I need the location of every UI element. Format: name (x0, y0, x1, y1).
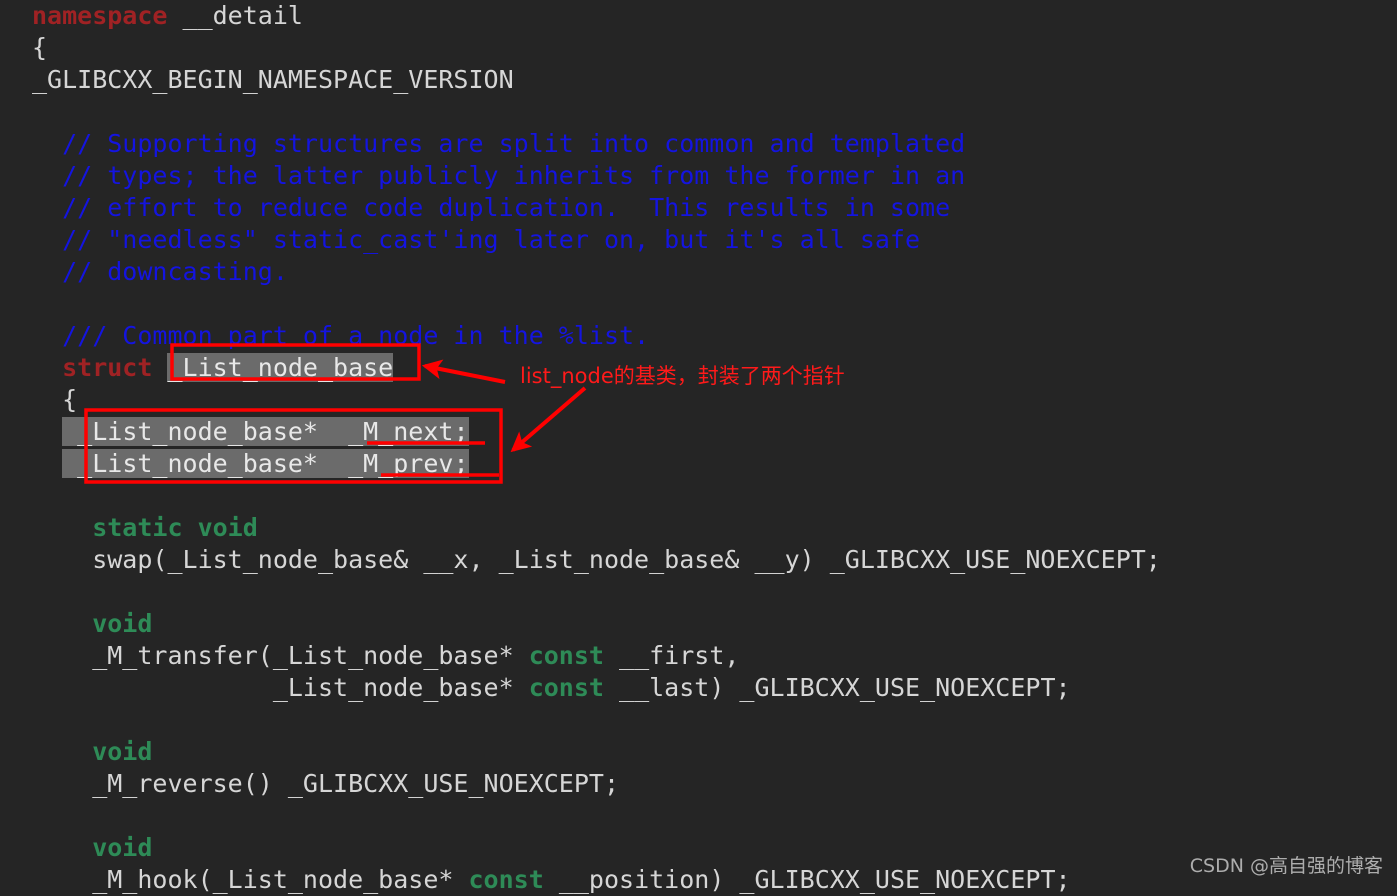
code-line: _M_hook(_List_node_base* const __positio… (0, 864, 1397, 896)
code-token: _List_node_base (167, 353, 394, 382)
code-token: static void (32, 513, 258, 542)
code-line: void (0, 736, 1397, 768)
code-token: void (32, 833, 153, 862)
code-line: _M_transfer(_List_node_base* const __fir… (0, 640, 1397, 672)
code-line: _List_node_base* _M_next; (0, 416, 1397, 448)
code-token: { (32, 33, 48, 62)
code-token: __last) _GLIBCXX_USE_NOEXCEPT; (603, 673, 1071, 702)
code-line: // downcasting. (0, 256, 1397, 288)
code-token: // types; the latter publicly inherits f… (32, 161, 966, 190)
code-line: static void (0, 512, 1397, 544)
code-token: // downcasting. (32, 257, 288, 286)
code-line: { (0, 32, 1397, 64)
code-token: // Supporting structures are split into … (32, 129, 966, 158)
source-code-area[interactable]: namespace __detail{_GLIBCXX_BEGIN_NAMESP… (0, 0, 1397, 894)
code-token: _List_node_base* (32, 673, 529, 702)
code-token: __detail (182, 1, 303, 30)
code-line: _List_node_base* _M_prev; (0, 448, 1397, 480)
code-token: /// Common part of a node in the %list. (32, 321, 650, 350)
code-line: _List_node_base* const __last) _GLIBCXX_… (0, 672, 1397, 704)
annotation-note-text: list_node的基类，封装了两个指针 (520, 364, 845, 388)
code-line: _M_reverse() _GLIBCXX_USE_NOEXCEPT; (0, 768, 1397, 800)
code-line: namespace __detail (0, 0, 1397, 32)
code-viewer: namespace __detail{_GLIBCXX_BEGIN_NAMESP… (0, 0, 1397, 894)
code-token: _GLIBCXX_BEGIN_NAMESPACE_VERSION (32, 65, 514, 94)
code-token: { (32, 385, 78, 414)
code-token: struct (32, 353, 168, 382)
code-token: void (32, 609, 153, 638)
code-token: namespace (32, 1, 183, 30)
code-line: void (0, 832, 1397, 864)
code-token: _M_reverse() _GLIBCXX_USE_NOEXCEPT; (32, 769, 619, 798)
code-line: // types; the latter publicly inherits f… (0, 160, 1397, 192)
code-token: const (528, 673, 604, 702)
csdn-watermark: CSDN @高自强的博客 (1189, 855, 1383, 877)
code-line: _GLIBCXX_BEGIN_NAMESPACE_VERSION (0, 64, 1397, 96)
code-line: // "needless" static_cast'ing later on, … (0, 224, 1397, 256)
code-line: void (0, 608, 1397, 640)
code-token: _List_node_base* _M_prev; (62, 449, 469, 478)
code-token: void (32, 737, 153, 766)
code-token: __first, (603, 641, 740, 670)
code-token: _M_transfer(_List_node_base* (32, 641, 529, 670)
code-token: swap(_List_node_base& __x, _List_node_ba… (32, 545, 1161, 574)
code-token: // effort to reduce code duplication. Th… (32, 193, 951, 222)
code-token: // "needless" static_cast'ing later on, … (32, 225, 921, 254)
code-line: // Supporting structures are split into … (0, 128, 1397, 160)
code-token: _List_node_base* _M_next; (62, 417, 469, 446)
code-token: const (528, 641, 604, 670)
code-line: /// Common part of a node in the %list. (0, 320, 1397, 352)
code-line: swap(_List_node_base& __x, _List_node_ba… (0, 544, 1397, 576)
code-line: // effort to reduce code duplication. Th… (0, 192, 1397, 224)
